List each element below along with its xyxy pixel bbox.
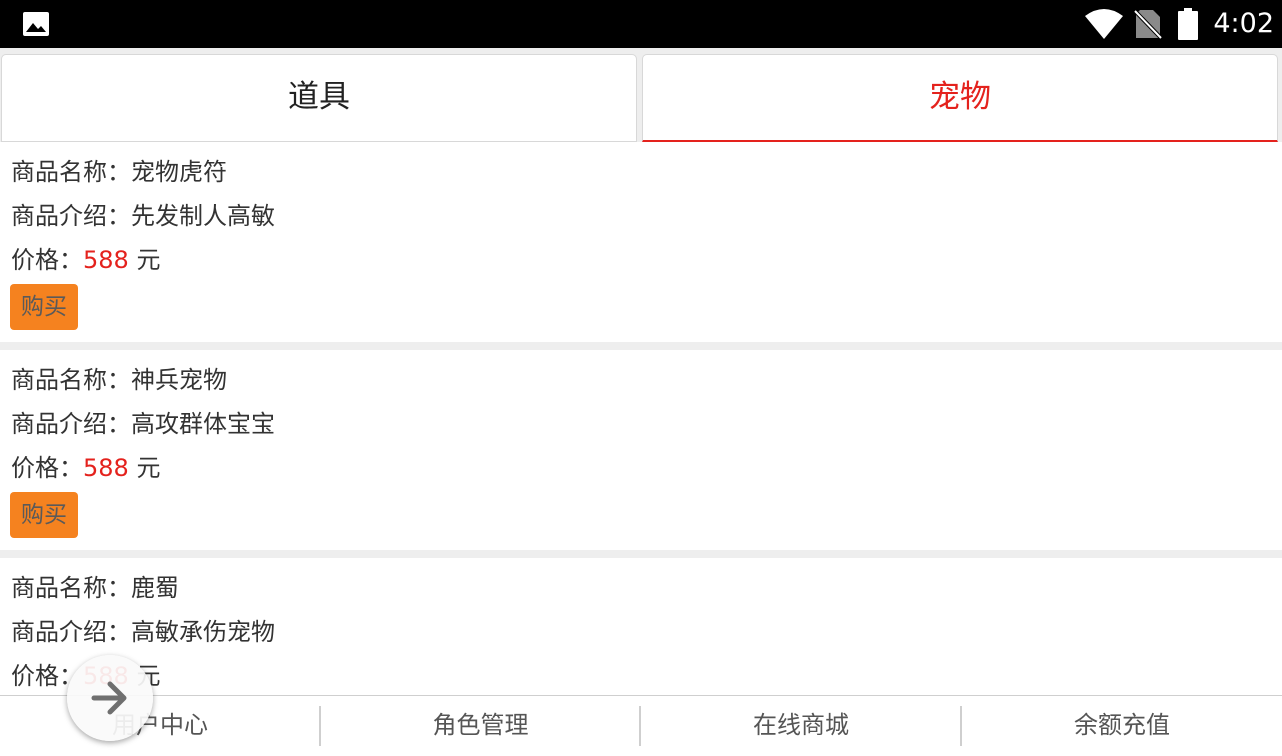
wifi-icon: [1085, 9, 1123, 39]
intro-label: 商品介绍：: [11, 618, 131, 646]
product-price-line: 价格：588 元: [11, 240, 160, 280]
currency-label: 元: [136, 246, 161, 274]
product-intro-line: 商品介绍：高攻群体宝宝: [11, 404, 275, 444]
intro-label: 商品介绍：: [11, 202, 131, 230]
product-card: 商品名称：神兵宠物 商品介绍：高攻群体宝宝 价格：588 元 购买: [0, 350, 1282, 550]
nav-user-center[interactable]: 用户中心: [0, 696, 320, 756]
product-intro: 先发制人高敏: [131, 202, 275, 230]
product-name-line: 商品名称：鹿蜀: [11, 568, 179, 608]
product-name: 神兵宠物: [131, 366, 227, 394]
tab-pets[interactable]: 宠物: [642, 54, 1278, 142]
no-sim-icon: [1134, 9, 1162, 39]
product-intro-line: 商品介绍：高敏承伤宠物: [11, 612, 275, 652]
floating-action-button[interactable]: [67, 655, 153, 741]
status-time: 4:02: [1213, 8, 1274, 39]
product-name: 鹿蜀: [131, 574, 179, 602]
name-label: 商品名称：: [11, 158, 131, 186]
price-label: 价格：: [11, 454, 83, 482]
price-label: 价格：: [11, 246, 83, 274]
bottom-nav: 用户中心 角色管理 在线商城 余额充值: [0, 695, 1282, 756]
tab-bar: 道具 宠物: [0, 48, 1282, 142]
tab-items[interactable]: 道具: [1, 54, 637, 142]
product-name: 宠物虎符: [131, 158, 227, 186]
intro-label: 商品介绍：: [11, 410, 131, 438]
product-name-line: 商品名称：宠物虎符: [11, 152, 227, 192]
buy-button[interactable]: 购买: [10, 492, 78, 538]
product-intro: 高敏承伤宠物: [131, 618, 275, 646]
product-card: 商品名称：鹿蜀 商品介绍：高敏承伤宠物 价格：588 元 购买: [0, 558, 1282, 696]
buy-button[interactable]: 购买: [10, 284, 78, 330]
product-intro-line: 商品介绍：先发制人高敏: [11, 196, 275, 236]
battery-icon: [1178, 8, 1198, 40]
product-price: 588: [83, 454, 129, 482]
nav-online-mall[interactable]: 在线商城: [641, 696, 961, 756]
product-intro: 高攻群体宝宝: [131, 410, 275, 438]
gallery-icon: [23, 12, 49, 36]
nav-role-management[interactable]: 角色管理: [321, 696, 640, 756]
product-card: 商品名称：宠物虎符 商品介绍：先发制人高敏 价格：588 元 购买: [0, 142, 1282, 342]
name-label: 商品名称：: [11, 366, 131, 394]
status-bar: 4:02: [0, 0, 1282, 48]
product-price: 588: [83, 246, 129, 274]
product-name-line: 商品名称：神兵宠物: [11, 360, 227, 400]
product-price-line: 价格：588 元: [11, 448, 160, 488]
nav-balance-recharge[interactable]: 余额充值: [962, 696, 1282, 756]
product-list[interactable]: 商品名称：宠物虎符 商品介绍：先发制人高敏 价格：588 元 购买 商品名称：神…: [0, 142, 1282, 696]
name-label: 商品名称：: [11, 574, 131, 602]
arrow-right-icon: [91, 681, 127, 715]
currency-label: 元: [136, 454, 161, 482]
